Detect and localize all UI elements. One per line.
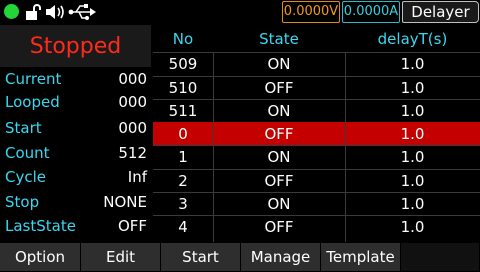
table-row[interactable]: 511 ON 1.0: [153, 99, 480, 122]
speaker-icon: [45, 3, 67, 25]
info-label: Cycle: [5, 168, 46, 186]
info-row-laststate: LastState OFF: [0, 214, 151, 237]
cell-no: 510: [168, 79, 198, 97]
cell-state[interactable]: OFF: [213, 216, 345, 238]
cell-delay[interactable]: 1.0: [345, 170, 480, 192]
table-row[interactable]: 3 ON 1.0: [153, 192, 480, 215]
manage-button[interactable]: Manage: [241, 243, 321, 271]
run-status: Stopped: [29, 34, 122, 59]
cell-delay[interactable]: 1.0: [345, 216, 480, 238]
cell-state[interactable]: ON: [213, 146, 345, 168]
table-row[interactable]: 1 ON 1.0: [153, 145, 480, 168]
info-label: Start: [5, 119, 42, 137]
table-row[interactable]: 509 ON 1.0: [153, 52, 480, 75]
info-label: Looped: [5, 93, 60, 111]
column-divider: [213, 52, 214, 242]
column-header-no: No: [172, 30, 194, 48]
current-readout: 0.0000A: [342, 1, 400, 23]
cell-state[interactable]: OFF: [213, 77, 345, 99]
cell-no: 509: [168, 55, 198, 73]
mode-label: Delayer: [402, 1, 479, 23]
info-value: Inf: [127, 168, 147, 186]
cell-state[interactable]: ON: [213, 193, 345, 215]
option-button[interactable]: Option: [0, 243, 81, 271]
cell-delay[interactable]: 1.0: [345, 100, 480, 122]
delay-table: No State delayT(s) 509 ON 1.0 510 OFF 1.…: [153, 24, 480, 242]
info-panel: Stopped Current 000 Looped 000 Start 000…: [0, 24, 152, 242]
cell-no: 2: [178, 172, 188, 190]
column-header-delay: delayT(s): [377, 30, 448, 48]
info-row-start: Start 000: [0, 116, 151, 139]
cell-no: 3: [178, 195, 188, 213]
cell-delay[interactable]: 1.0: [345, 123, 480, 145]
edit-button[interactable]: Edit: [81, 243, 161, 271]
info-label: Current: [5, 70, 62, 88]
info-value: OFF: [117, 217, 147, 235]
cell-state[interactable]: ON: [213, 53, 345, 75]
start-button[interactable]: Start: [161, 243, 241, 271]
lock-open-icon: [24, 3, 42, 25]
info-label: Count: [5, 144, 50, 162]
info-label: Stop: [5, 193, 40, 211]
empty-softkey[interactable]: [401, 243, 480, 271]
cell-no: 511: [168, 102, 198, 120]
status-bar: 0.0000V 0.0000A Delayer: [0, 0, 480, 24]
voltage-readout: 0.0000V: [282, 1, 340, 23]
cell-delay[interactable]: 1.0: [345, 53, 480, 75]
cell-state[interactable]: ON: [213, 100, 345, 122]
cell-delay[interactable]: 1.0: [345, 77, 480, 99]
info-row-stop: Stop NONE: [0, 190, 151, 213]
run-status-box: Stopped: [0, 25, 151, 67]
info-value: 000: [118, 70, 147, 88]
cell-no: 4: [178, 218, 188, 236]
info-row-count: Count 512: [0, 141, 151, 164]
info-value: 000: [118, 93, 147, 111]
cell-state[interactable]: OFF: [213, 170, 345, 192]
usb-icon: [68, 3, 96, 25]
cell-delay[interactable]: 1.0: [345, 193, 480, 215]
info-row-cycle: Cycle Inf: [0, 165, 151, 188]
info-value: 000: [118, 119, 147, 137]
power-dot-icon: [4, 4, 19, 19]
cell-no: 1: [178, 148, 188, 166]
info-row-looped: Looped 000: [0, 90, 151, 113]
table-row-selected[interactable]: 0 OFF 1.0: [153, 122, 480, 145]
column-header-state: State: [259, 30, 299, 48]
table-row[interactable]: 510 OFF 1.0: [153, 76, 480, 99]
info-row-current: Current 000: [0, 67, 151, 90]
column-divider: [345, 52, 346, 242]
template-button[interactable]: Template: [321, 243, 401, 271]
cell-state[interactable]: OFF: [213, 123, 345, 145]
table-row[interactable]: 4 OFF 1.0: [153, 215, 480, 238]
table-row[interactable]: 2 OFF 1.0: [153, 169, 480, 192]
info-value: 512: [118, 144, 147, 162]
cell-no: 0: [178, 125, 188, 143]
info-label: LastState: [5, 217, 76, 235]
softkey-bar: Option Edit Start Manage Template: [0, 242, 480, 272]
cell-delay[interactable]: 1.0: [345, 146, 480, 168]
info-value: NONE: [103, 193, 147, 211]
